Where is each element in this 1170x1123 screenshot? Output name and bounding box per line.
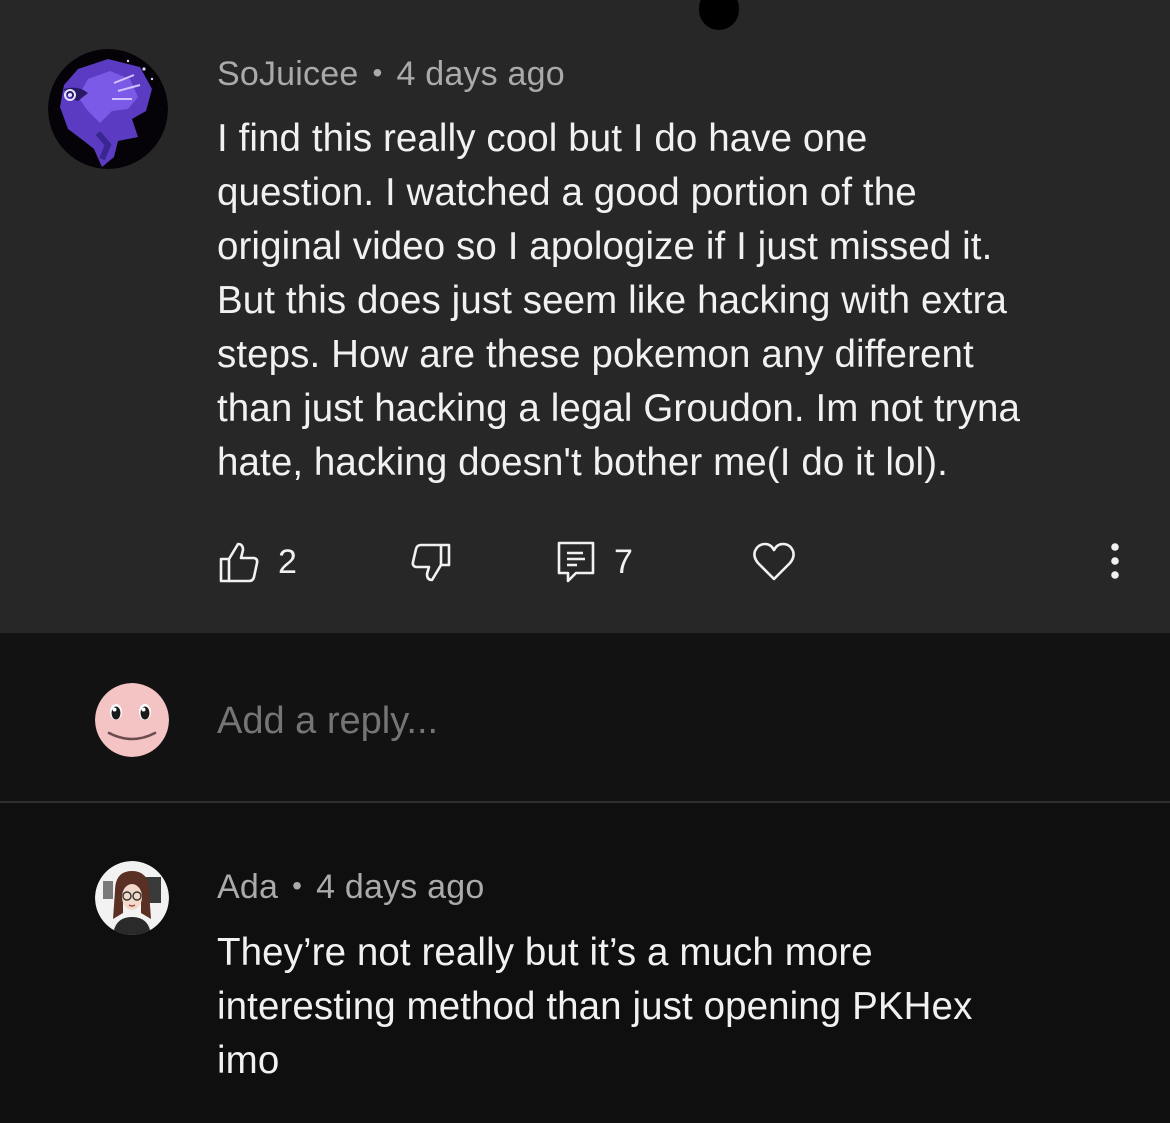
comment-author[interactable]: SoJuicee — [217, 55, 358, 93]
current-user-avatar — [95, 683, 169, 757]
reply-text: They’re not really but it’s a much more … — [217, 926, 1137, 1088]
comment-text: I find this really cool but I do have on… — [217, 112, 1137, 490]
comment-icon — [557, 541, 595, 583]
avatar[interactable] — [48, 49, 168, 169]
meta-separator: • — [292, 870, 303, 901]
comment-thread: SoJuicee • 4 days ago I find this really c… — [0, 0, 1170, 1123]
avatar-image-icon — [48, 49, 168, 169]
heart-icon — [753, 542, 795, 581]
comment-line: steps. How are these pokemon any differe… — [217, 333, 974, 376]
add-reply-input[interactable] — [217, 698, 1097, 744]
comment-line: question. I watched a good portion of th… — [217, 171, 917, 214]
reply-line: They’re not really but it’s a much more — [217, 931, 873, 974]
parent-comment: SoJuicee • 4 days ago I find this really c… — [0, 0, 1170, 633]
heart-button[interactable] — [752, 530, 796, 594]
more-vertical-icon — [1111, 543, 1119, 579]
comment-line: hate, hacking doesn't bother me(I do it … — [217, 441, 948, 484]
drag-handle[interactable] — [699, 0, 739, 30]
comment-line: original video so I apologize if I just … — [217, 225, 993, 268]
reply-author[interactable]: Ada — [217, 868, 278, 906]
reply-meta: Ada • 4 days ago — [217, 868, 484, 907]
avatar-image-icon — [95, 861, 169, 935]
like-count: 2 — [278, 542, 297, 581]
comment-time: 4 days ago — [396, 55, 565, 93]
replies-button[interactable]: 7 — [556, 530, 633, 594]
reply-avatar[interactable] — [95, 861, 169, 935]
avatar-image-icon — [95, 683, 169, 757]
reply-line: imo — [217, 1039, 280, 1082]
thumbs-down-icon — [411, 543, 451, 582]
reply-count: 7 — [614, 542, 633, 581]
comment-actions: 2 7 — [0, 530, 1170, 594]
reply-time: 4 days ago — [316, 868, 485, 906]
meta-separator: • — [372, 57, 383, 88]
like-button[interactable]: 2 — [218, 530, 297, 594]
dislike-button[interactable] — [410, 530, 452, 594]
comment-meta: SoJuicee • 4 days ago — [217, 55, 565, 94]
comment-line: But this does just seem like hacking wit… — [217, 279, 1008, 322]
divider — [0, 801, 1170, 803]
comment-line: than just hacking a legal Groudon. Im no… — [217, 387, 1020, 430]
more-options-button[interactable] — [1100, 530, 1130, 594]
thumbs-up-icon — [219, 542, 259, 583]
comment-line: I find this really cool but I do have on… — [217, 117, 868, 160]
reply-line: interesting method than just opening PKH… — [217, 985, 973, 1028]
